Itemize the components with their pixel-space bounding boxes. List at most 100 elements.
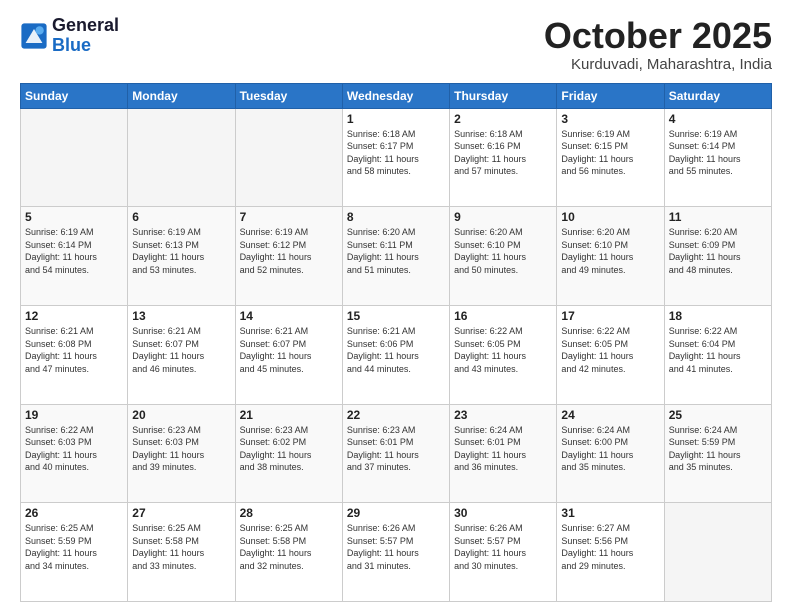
day-info: Sunrise: 6:24 AM Sunset: 6:00 PM Dayligh… [561, 424, 659, 474]
day-info: Sunrise: 6:23 AM Sunset: 6:03 PM Dayligh… [132, 424, 230, 474]
calendar-cell: 27 Sunrise: 6:25 AM Sunset: 5:58 PM Dayli… [128, 503, 235, 602]
day-info: Sunrise: 6:18 AM Sunset: 6:17 PM Dayligh… [347, 128, 445, 178]
day-number: 10 [561, 210, 659, 224]
day-number: 29 [347, 506, 445, 520]
day-number: 24 [561, 408, 659, 422]
day-info: Sunrise: 6:23 AM Sunset: 6:01 PM Dayligh… [347, 424, 445, 474]
day-info: Sunrise: 6:19 AM Sunset: 6:13 PM Dayligh… [132, 226, 230, 276]
day-info: Sunrise: 6:25 AM Sunset: 5:58 PM Dayligh… [240, 522, 338, 572]
calendar-cell: 29 Sunrise: 6:26 AM Sunset: 5:57 PM Dayli… [342, 503, 449, 602]
calendar-cell [21, 108, 128, 207]
day-number: 2 [454, 112, 552, 126]
day-number: 18 [669, 309, 767, 323]
calendar-cell: 2 Sunrise: 6:18 AM Sunset: 6:16 PM Daylig… [450, 108, 557, 207]
day-number: 26 [25, 506, 123, 520]
weekday-header-row: SundayMondayTuesdayWednesdayThursdayFrid… [21, 83, 772, 108]
day-number: 20 [132, 408, 230, 422]
day-info: Sunrise: 6:18 AM Sunset: 6:16 PM Dayligh… [454, 128, 552, 178]
day-number: 15 [347, 309, 445, 323]
day-number: 21 [240, 408, 338, 422]
weekday-friday: Friday [557, 83, 664, 108]
calendar-cell: 24 Sunrise: 6:24 AM Sunset: 6:00 PM Dayli… [557, 404, 664, 503]
day-info: Sunrise: 6:26 AM Sunset: 5:57 PM Dayligh… [347, 522, 445, 572]
calendar-cell: 25 Sunrise: 6:24 AM Sunset: 5:59 PM Dayli… [664, 404, 771, 503]
week-row-2: 5Sunrise: 6:19 AM Sunset: 6:14 PM Daylig… [21, 207, 772, 306]
location: Kurduvadi, Maharashtra, India [544, 56, 772, 73]
calendar-cell: 14Sunrise: 6:21 AM Sunset: 6:07 PM Dayli… [235, 305, 342, 404]
day-number: 16 [454, 309, 552, 323]
day-info: Sunrise: 6:20 AM Sunset: 6:10 PM Dayligh… [561, 226, 659, 276]
week-row-5: 26 Sunrise: 6:25 AM Sunset: 5:59 PM Dayli… [21, 503, 772, 602]
calendar-cell: 13 Sunrise: 6:21 AM Sunset: 6:07 PM Dayli… [128, 305, 235, 404]
day-number: 8 [347, 210, 445, 224]
day-number: 6 [132, 210, 230, 224]
calendar-cell: 18 Sunrise: 6:22 AM Sunset: 6:04 PM Dayli… [664, 305, 771, 404]
day-number: 28 [240, 506, 338, 520]
day-number: 27 [132, 506, 230, 520]
day-info: Sunrise: 6:19 AM Sunset: 6:12 PM Dayligh… [240, 226, 338, 276]
day-number: 12 [25, 309, 123, 323]
day-info: Sunrise: 6:27 AM Sunset: 5:56 PM Dayligh… [561, 522, 659, 572]
calendar-cell: 6 Sunrise: 6:19 AM Sunset: 6:13 PM Daylig… [128, 207, 235, 306]
weekday-thursday: Thursday [450, 83, 557, 108]
logo: General Blue [20, 16, 119, 56]
week-row-3: 12 Sunrise: 6:21 AM Sunset: 6:08 PM Dayli… [21, 305, 772, 404]
day-number: 1 [347, 112, 445, 126]
calendar-cell: 9 Sunrise: 6:20 AM Sunset: 6:10 PM Daylig… [450, 207, 557, 306]
day-info: Sunrise: 6:21 AM Sunset: 6:07 PM Dayligh… [132, 325, 230, 375]
day-info: Sunrise: 6:23 AM Sunset: 6:02 PM Dayligh… [240, 424, 338, 474]
calendar-cell: 12 Sunrise: 6:21 AM Sunset: 6:08 PM Dayli… [21, 305, 128, 404]
weekday-sunday: Sunday [21, 83, 128, 108]
day-number: 23 [454, 408, 552, 422]
weekday-monday: Monday [128, 83, 235, 108]
day-info: Sunrise: 6:20 AM Sunset: 6:09 PM Dayligh… [669, 226, 767, 276]
day-number: 4 [669, 112, 767, 126]
day-info: Sunrise: 6:22 AM Sunset: 6:05 PM Dayligh… [561, 325, 659, 375]
calendar-cell: 31Sunrise: 6:27 AM Sunset: 5:56 PM Dayli… [557, 503, 664, 602]
day-info: Sunrise: 6:22 AM Sunset: 6:05 PM Dayligh… [454, 325, 552, 375]
calendar-cell: 1 Sunrise: 6:18 AM Sunset: 6:17 PM Daylig… [342, 108, 449, 207]
day-info: Sunrise: 6:25 AM Sunset: 5:59 PM Dayligh… [25, 522, 123, 572]
calendar-cell: 16 Sunrise: 6:22 AM Sunset: 6:05 PM Dayli… [450, 305, 557, 404]
logo-general-text: General [52, 15, 119, 35]
day-info: Sunrise: 6:24 AM Sunset: 6:01 PM Dayligh… [454, 424, 552, 474]
day-info: Sunrise: 6:19 AM Sunset: 6:15 PM Dayligh… [561, 128, 659, 178]
calendar-cell: 10 Sunrise: 6:20 AM Sunset: 6:10 PM Dayli… [557, 207, 664, 306]
day-number: 13 [132, 309, 230, 323]
calendar-table: SundayMondayTuesdayWednesdayThursdayFrid… [20, 83, 772, 602]
day-info: Sunrise: 6:20 AM Sunset: 6:10 PM Dayligh… [454, 226, 552, 276]
calendar-cell [128, 108, 235, 207]
day-number: 7 [240, 210, 338, 224]
calendar-cell: 11 Sunrise: 6:20 AM Sunset: 6:09 PM Dayli… [664, 207, 771, 306]
week-row-1: 1 Sunrise: 6:18 AM Sunset: 6:17 PM Daylig… [21, 108, 772, 207]
calendar-cell [235, 108, 342, 207]
day-number: 22 [347, 408, 445, 422]
calendar-cell: 30 Sunrise: 6:26 AM Sunset: 5:57 PM Dayli… [450, 503, 557, 602]
calendar-cell: 3 Sunrise: 6:19 AM Sunset: 6:15 PM Daylig… [557, 108, 664, 207]
calendar-cell: 22 Sunrise: 6:23 AM Sunset: 6:01 PM Dayli… [342, 404, 449, 503]
title-block: October 2025 Kurduvadi, Maharashtra, Ind… [544, 16, 772, 73]
calendar-cell: 26 Sunrise: 6:25 AM Sunset: 5:59 PM Dayli… [21, 503, 128, 602]
day-info: Sunrise: 6:26 AM Sunset: 5:57 PM Dayligh… [454, 522, 552, 572]
page-header: General Blue October 2025 Kurduvadi, Mah… [20, 16, 772, 73]
day-number: 25 [669, 408, 767, 422]
logo-icon [20, 22, 48, 50]
calendar-cell: 4 Sunrise: 6:19 AM Sunset: 6:14 PM Daylig… [664, 108, 771, 207]
day-info: Sunrise: 6:22 AM Sunset: 6:04 PM Dayligh… [669, 325, 767, 375]
weekday-wednesday: Wednesday [342, 83, 449, 108]
day-info: Sunrise: 6:19 AM Sunset: 6:14 PM Dayligh… [25, 226, 123, 276]
day-info: Sunrise: 6:20 AM Sunset: 6:11 PM Dayligh… [347, 226, 445, 276]
day-info: Sunrise: 6:24 AM Sunset: 5:59 PM Dayligh… [669, 424, 767, 474]
day-number: 3 [561, 112, 659, 126]
calendar-cell: 28 Sunrise: 6:25 AM Sunset: 5:58 PM Dayli… [235, 503, 342, 602]
calendar-cell: 19Sunrise: 6:22 AM Sunset: 6:03 PM Dayli… [21, 404, 128, 503]
day-info: Sunrise: 6:21 AM Sunset: 6:08 PM Dayligh… [25, 325, 123, 375]
day-info: Sunrise: 6:25 AM Sunset: 5:58 PM Dayligh… [132, 522, 230, 572]
day-info: Sunrise: 6:19 AM Sunset: 6:14 PM Dayligh… [669, 128, 767, 178]
day-info: Sunrise: 6:21 AM Sunset: 6:06 PM Dayligh… [347, 325, 445, 375]
day-number: 9 [454, 210, 552, 224]
day-number: 11 [669, 210, 767, 224]
calendar-cell [664, 503, 771, 602]
day-info: Sunrise: 6:22 AM Sunset: 6:03 PM Dayligh… [25, 424, 123, 474]
day-number: 30 [454, 506, 552, 520]
